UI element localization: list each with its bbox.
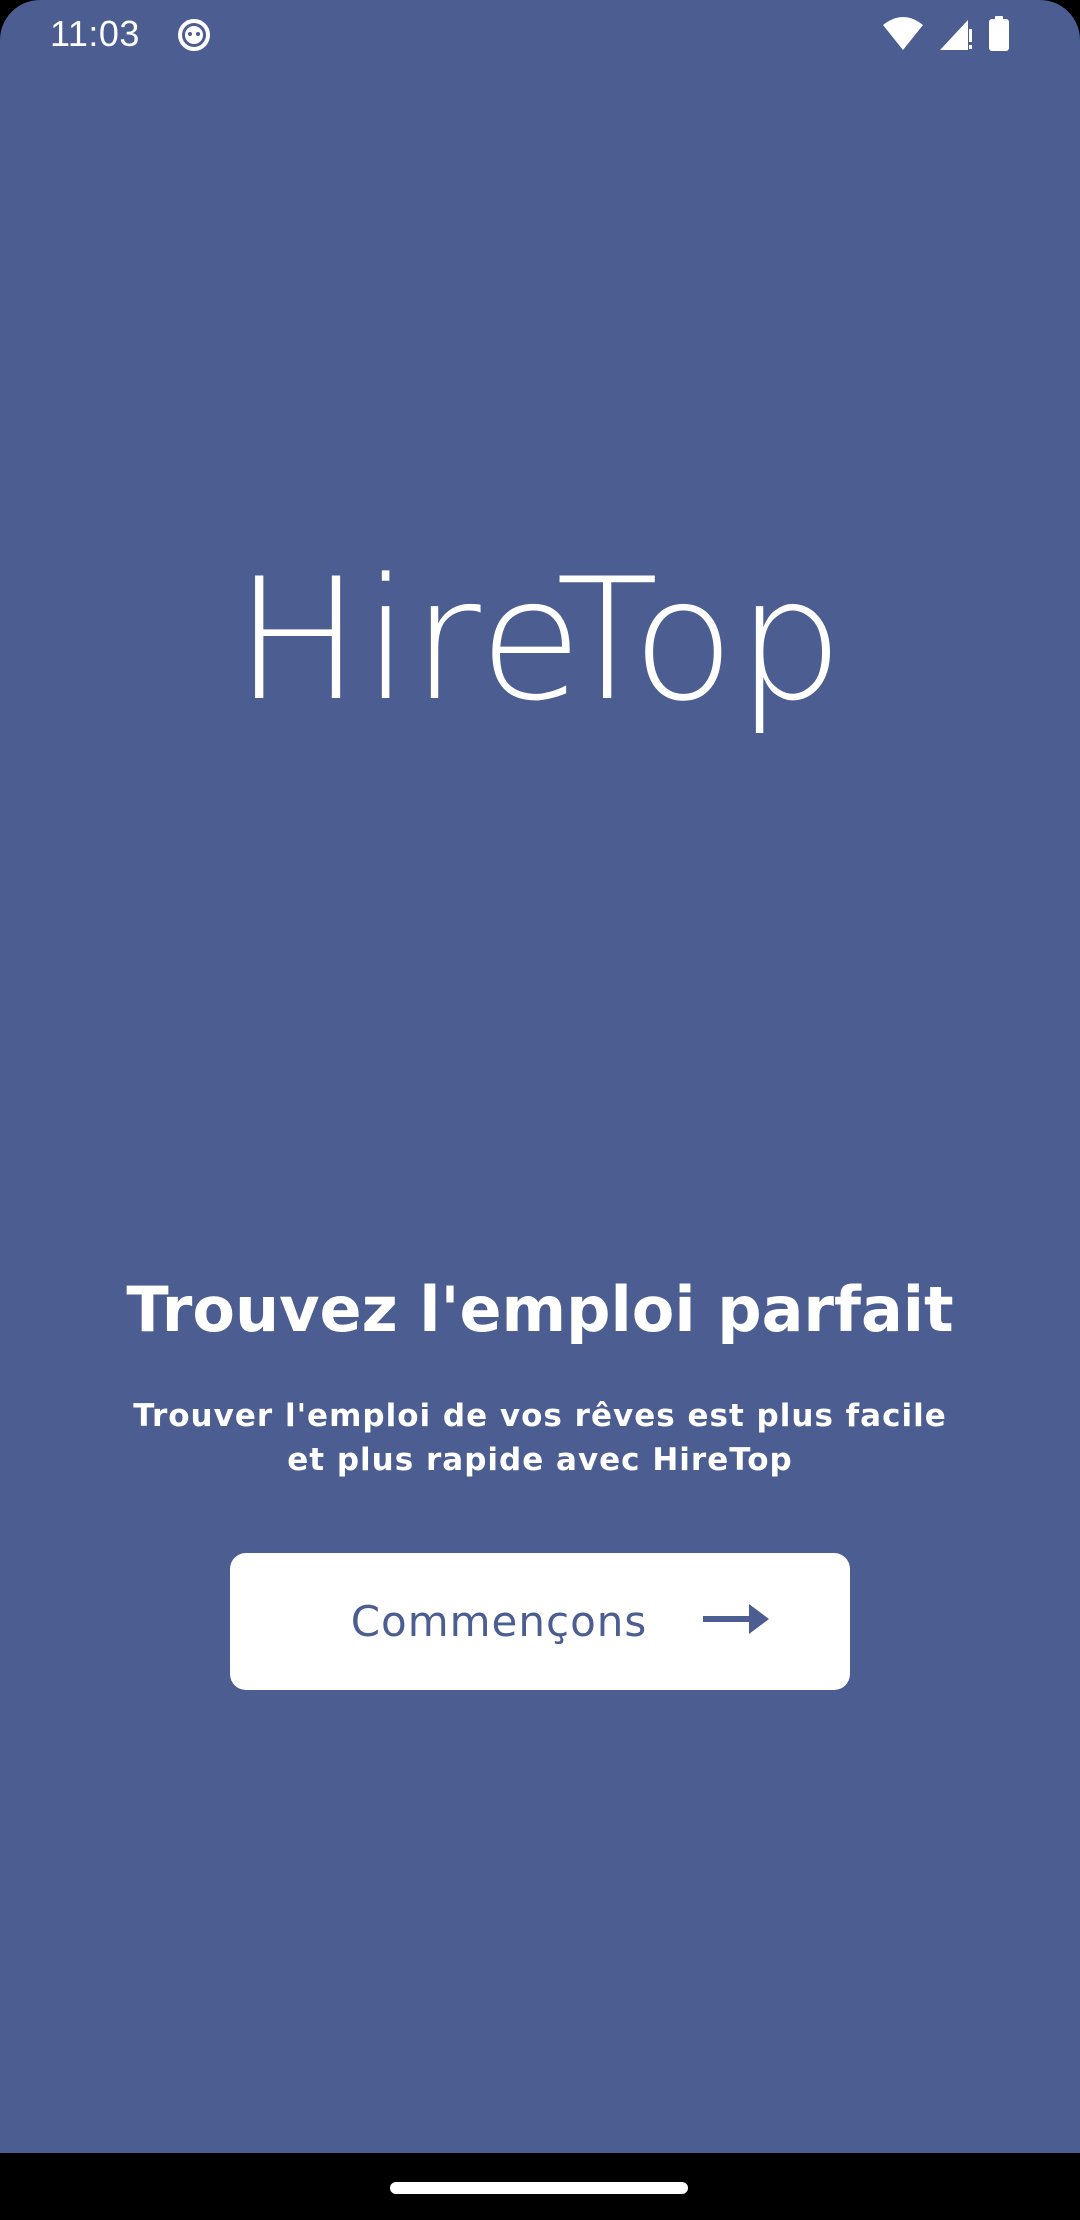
arrow-right-icon — [703, 1602, 770, 1641]
app-logo: HireTop — [234, 542, 846, 738]
status-time: 11:03 — [50, 13, 140, 54]
onboarding-headline: Trouvez l'emploi parfait — [126, 1273, 954, 1346]
status-icons — [882, 14, 1010, 54]
get-started-button[interactable]: Commençons — [230, 1553, 850, 1690]
status-bar: 11:03 — [0, 0, 1080, 66]
welcome-screen: 11:03 HireTop Trouvez l'emploi parfait T… — [0, 0, 1080, 2220]
onboarding-subtitle: Trouver l'emploi de vos rêves est plus f… — [133, 1398, 947, 1478]
home-gesture-handle[interactable] — [390, 2182, 688, 2194]
get-started-label: Commençons — [350, 1597, 648, 1646]
wifi-icon — [882, 17, 924, 51]
cell-signal-icon — [938, 17, 974, 51]
battery-icon — [988, 16, 1010, 52]
app-notification-icon — [176, 16, 212, 52]
